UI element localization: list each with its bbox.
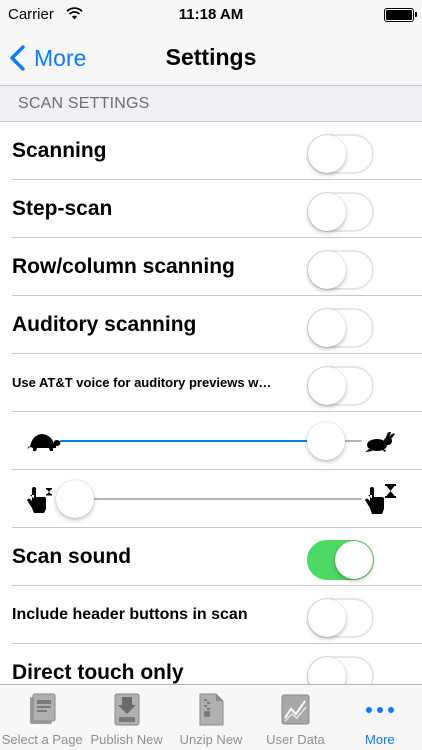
hand-short-timer-icon [27,487,52,513]
navigation-bar: More Settings [0,30,422,86]
toggle-knob [308,309,346,347]
setting-row-step-scan: Step-scan [0,180,422,238]
setting-row-scan-sound: Scan sound [0,528,422,586]
section-header: SCAN SETTINGS [0,86,422,122]
toggle-knob [308,367,346,405]
toggle-knob [308,135,346,173]
scan-sound-toggle[interactable] [307,540,374,580]
setting-label: Row/column scanning [12,255,235,278]
setting-label: Auditory scanning [12,313,197,336]
row-column-scanning-toggle[interactable] [307,250,374,290]
tab-publish-new[interactable]: Publish New [84,685,168,750]
att-voice-toggle[interactable] [307,366,374,406]
tab-label: Publish New [90,732,163,747]
unzip-icon [199,693,224,726]
tab-label: More [365,732,395,747]
select-page-icon [30,693,56,724]
battery-icon [384,8,417,22]
setting-row-att-voice: Use AT&T voice for auditory previews w… [0,354,422,412]
status-time: 11:18 AM [178,6,244,23]
slider-fill [60,440,326,442]
setting-label: Step-scan [12,197,113,220]
page-title: Settings [165,44,257,70]
step-scan-toggle[interactable] [307,192,374,232]
setting-row-include-header-buttons: Include header buttons in scan [0,586,422,644]
tab-label: User Data [266,732,325,747]
hand-long-timer-icon [365,484,396,514]
tab-select-a-page[interactable]: Select a Page [0,685,84,750]
more-icon [365,707,394,713]
setting-row-auditory-scanning: Auditory scanning [0,296,422,354]
user-data-icon [281,694,310,725]
setting-row-scanning: Scanning [0,122,422,180]
dwell-time-slider-row [0,470,422,528]
toggle-knob [308,193,346,231]
dwell-time-slider-track[interactable] [56,480,362,518]
tab-user-data[interactable]: User Data [253,685,337,750]
setting-label: Include header buttons in scan [12,606,248,623]
toggle-knob [335,541,373,579]
scan-speed-slider-track[interactable] [60,422,362,460]
setting-label: Scan sound [12,545,132,568]
scan-speed-slider-thumb[interactable] [306,422,345,460]
include-header-buttons-toggle[interactable] [307,598,374,638]
section-header-label: SCAN SETTINGS [18,95,150,112]
toggle-knob [308,599,346,637]
status-bar: Carrier 11:18 AM [0,0,422,30]
scan-speed-slider-row [0,412,422,470]
scanning-toggle[interactable] [307,134,374,174]
tab-more[interactable]: More [338,685,422,750]
setting-row-row-column-scanning: Row/column scanning [0,238,422,296]
auditory-scanning-toggle[interactable] [307,308,374,348]
tab-bar: Select a Page Publish New Unzip New User… [0,684,422,750]
setting-label: Scanning [12,139,107,162]
tab-unzip-new[interactable]: Unzip New [169,685,253,750]
setting-label: Use AT&T voice for auditory previews w… [12,375,272,390]
publish-icon [114,693,140,726]
tab-label: Select a Page [1,732,83,747]
toggle-knob [308,251,346,289]
tab-label: Unzip New [179,732,243,747]
rabbit-icon [365,431,395,452]
turtle-icon [27,434,61,451]
dwell-time-slider-thumb[interactable] [56,480,94,518]
